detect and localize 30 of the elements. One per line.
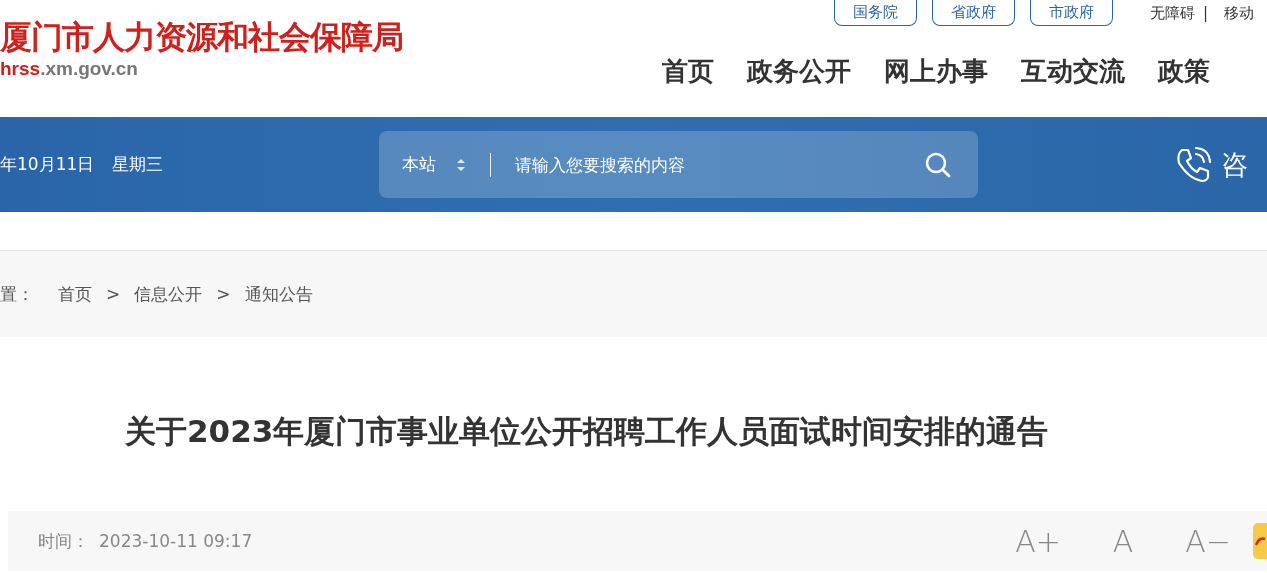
article-title: 关于2023年厦门市事业单位公开招聘工作人员面试时间安排的通告 bbox=[125, 412, 1050, 451]
scope-select[interactable]: 本站 bbox=[402, 153, 437, 176]
site-domain: hrss.xm.gov.cn bbox=[0, 58, 139, 80]
nav-item[interactable]: 政策 bbox=[1158, 54, 1210, 89]
gov-link-button[interactable]: 市政府 bbox=[1030, 0, 1113, 26]
top-link[interactable]: 移动 bbox=[1224, 3, 1255, 23]
separator: | bbox=[1203, 4, 1209, 22]
nav-item[interactable]: 政务公开 bbox=[747, 54, 851, 89]
search-bar[interactable]: 本站 请输入您要搜索的内容 bbox=[379, 131, 979, 198]
nav-item[interactable]: 互动交流 bbox=[1021, 54, 1125, 89]
sort-arrows-icon[interactable] bbox=[456, 157, 467, 172]
date-text: 年10月11日 bbox=[0, 153, 95, 176]
weekday-text: 星期三 bbox=[112, 153, 164, 176]
consult-link[interactable]: 咨 bbox=[1221, 146, 1249, 183]
breadcrumb-separator: > bbox=[106, 284, 121, 304]
breadcrumb-separator: > bbox=[216, 284, 231, 304]
search-input[interactable]: 请输入您要搜索的内容 bbox=[513, 153, 925, 176]
gov-link-button[interactable]: 国务院 bbox=[834, 0, 917, 26]
top-link[interactable]: 无障碍 bbox=[1150, 3, 1195, 23]
breadcrumb-link[interactable]: 首页 bbox=[58, 282, 92, 306]
breadcrumb-link[interactable]: 通知公告 bbox=[244, 282, 313, 306]
nav-item[interactable]: 网上办事 bbox=[884, 54, 988, 89]
search-icon[interactable] bbox=[924, 150, 953, 179]
publish-time: 2023-10-11 09:17 bbox=[99, 531, 253, 551]
nav-item[interactable]: 首页 bbox=[662, 54, 714, 89]
site-title[interactable]: 厦门市人力资源和社会保障局 bbox=[0, 18, 640, 56]
gov-link-button[interactable]: 省政府 bbox=[932, 0, 1015, 26]
breadcrumb-label: 置： bbox=[0, 282, 34, 306]
breadcrumb-link[interactable]: 信息公开 bbox=[134, 282, 203, 306]
time-label: 时间： bbox=[38, 529, 89, 553]
